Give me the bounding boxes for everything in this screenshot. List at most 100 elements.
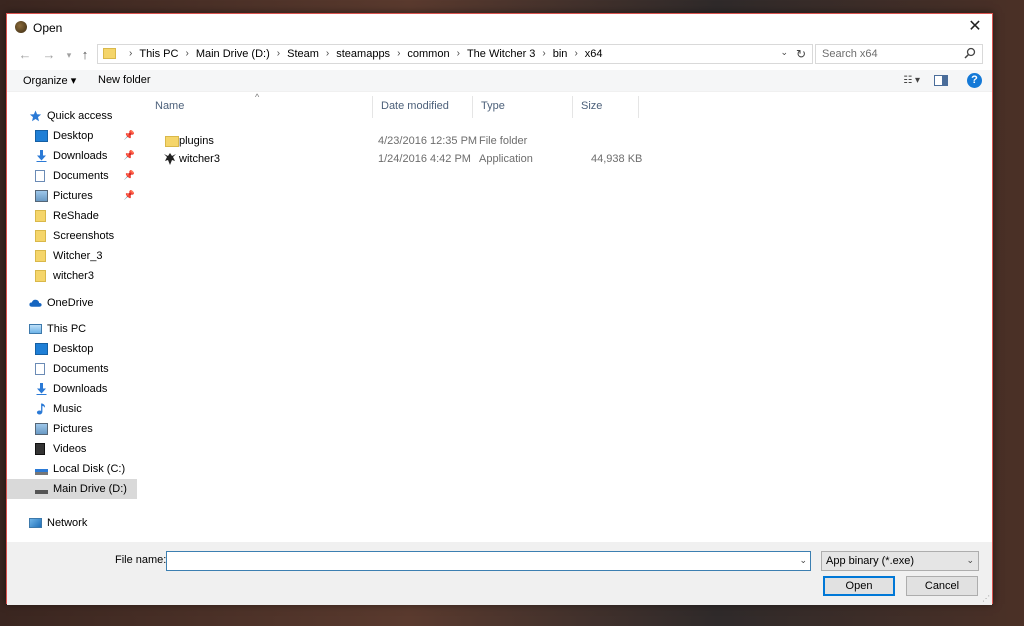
sidebar-item-label: Music <box>53 403 82 415</box>
refresh-icon[interactable]: ↻ <box>793 46 809 62</box>
chevron-down-icon[interactable]: ⌄ <box>966 555 974 566</box>
file-name-combobox[interactable]: ⌄ <box>166 551 811 571</box>
pin-icon[interactable]: 📌 <box>124 130 135 141</box>
file-date: 4/23/2016 12:35 PM <box>378 135 478 147</box>
open-file-dialog: Open ✕ ← → ▾ ↑ › This PC › Main Drive (D… <box>6 13 993 605</box>
drive-d-icon <box>35 490 48 494</box>
file-name: witcher3 <box>179 153 220 165</box>
help-icon[interactable]: ? <box>967 73 982 88</box>
sidebar-item-pc-downloads[interactable]: Downloads <box>7 379 137 399</box>
file-name: plugins <box>179 135 214 147</box>
documents-icon <box>35 170 45 182</box>
folder-icon <box>35 250 46 262</box>
sidebar-item-label: Downloads <box>53 383 108 395</box>
search-icon[interactable] <box>964 47 976 59</box>
breadcrumb-the-witcher-3[interactable]: The Witcher 3 <box>467 48 535 60</box>
search-box[interactable] <box>815 44 983 64</box>
sidebar-item-witcher3-folder[interactable]: witcher3 <box>7 266 137 286</box>
sidebar-item-label: witcher3 <box>53 270 94 282</box>
sidebar-item-label: Desktop <box>53 343 94 355</box>
sidebar-item-label: Pictures <box>53 423 93 435</box>
pin-icon[interactable]: 📌 <box>124 190 135 201</box>
breadcrumb-common[interactable]: common <box>407 48 449 60</box>
star-icon <box>29 110 42 122</box>
resize-grip-icon[interactable]: ⋰ <box>982 594 990 603</box>
table-row[interactable]: witcher3 1/24/2016 4:42 PM Application 4… <box>155 151 642 169</box>
breadcrumb-separator[interactable]: › <box>326 48 329 60</box>
search-input[interactable] <box>816 45 956 63</box>
sidebar-item-pc-music[interactable]: Music <box>7 399 137 419</box>
breadcrumb-this-pc[interactable]: This PC <box>139 48 178 60</box>
breadcrumb-main-drive[interactable]: Main Drive (D:) <box>196 48 270 60</box>
sidebar-item-pc-videos[interactable]: Videos <box>7 439 137 459</box>
file-type: Application <box>479 153 533 165</box>
breadcrumb-separator: › <box>129 48 133 59</box>
drive-c-icon <box>35 468 48 475</box>
up-arrow-icon[interactable]: ↑ <box>77 47 93 63</box>
new-folder-button[interactable]: New folder <box>98 74 151 86</box>
videos-icon <box>35 443 45 455</box>
sidebar-item-pc-documents[interactable]: Documents <box>7 359 137 379</box>
chevron-down-icon[interactable]: ⌄ <box>799 555 807 566</box>
sidebar-item-label: Documents <box>53 363 109 375</box>
preview-pane-icon[interactable] <box>934 75 948 86</box>
sidebar-item-pc-desktop[interactable]: Desktop <box>7 339 137 359</box>
sidebar-item-onedrive[interactable]: OneDrive <box>7 293 137 313</box>
file-name-input[interactable] <box>167 552 787 570</box>
breadcrumb-steam[interactable]: Steam <box>287 48 319 60</box>
sidebar-item-network[interactable]: Network <box>7 513 137 533</box>
open-button[interactable]: Open <box>823 576 895 596</box>
sidebar-item-downloads[interactable]: Downloads 📌 <box>7 146 137 166</box>
change-view-icon[interactable]: ☷ ▾ <box>903 75 920 86</box>
sidebar-item-label: Desktop <box>53 130 94 142</box>
folder-icon <box>103 48 116 59</box>
sidebar-item-local-disk-c[interactable]: Local Disk (C:) <box>7 459 137 479</box>
documents-icon <box>35 363 45 375</box>
sidebar-item-label: This PC <box>47 323 87 335</box>
address-bar[interactable]: › This PC › Main Drive (D:) › Steam › st… <box>97 44 813 64</box>
organize-menu[interactable]: Organize ▾ <box>23 74 76 87</box>
recent-locations-icon[interactable]: ▾ <box>61 47 77 63</box>
breadcrumb-separator[interactable]: › <box>574 48 577 60</box>
sidebar-item-label: Pictures <box>53 190 93 202</box>
breadcrumb-steamapps[interactable]: steamapps <box>336 48 390 60</box>
address-dropdown-icon[interactable]: ⌄ <box>780 47 788 58</box>
column-header-date[interactable]: Date modified <box>373 96 473 118</box>
pin-icon[interactable]: 📌 <box>124 150 135 161</box>
column-header-type[interactable]: Type <box>473 96 573 118</box>
sidebar-item-pictures[interactable]: Pictures 📌 <box>7 186 137 206</box>
sidebar-item-reshade[interactable]: ReShade <box>7 206 137 226</box>
breadcrumb-separator[interactable]: › <box>397 48 400 60</box>
column-header-name[interactable]: Name <box>147 96 373 118</box>
sidebar-item-label: Screenshots <box>53 230 115 242</box>
file-date: 1/24/2016 4:42 PM <box>378 153 471 165</box>
sidebar-item-main-drive-d[interactable]: Main Drive (D:) <box>7 479 137 499</box>
column-header-size[interactable]: Size <box>573 96 639 118</box>
table-row[interactable]: plugins 4/23/2016 12:35 PM File folder <box>155 133 635 151</box>
sidebar-item-label: Main Drive (D:) <box>53 483 127 495</box>
breadcrumb-separator[interactable]: › <box>185 48 188 60</box>
close-icon[interactable]: ✕ <box>964 16 986 38</box>
title-bar: Open ✕ <box>7 14 992 40</box>
back-arrow-icon[interactable]: ← <box>17 47 33 63</box>
sidebar-item-documents[interactable]: Documents 📌 <box>7 166 137 186</box>
sidebar-item-desktop[interactable]: Desktop 📌 <box>7 126 137 146</box>
breadcrumb-separator[interactable]: › <box>277 48 280 60</box>
pin-icon[interactable]: 📌 <box>124 170 135 181</box>
sidebar-item-label: Quick access <box>47 110 113 122</box>
sidebar-item-pc-pictures[interactable]: Pictures <box>7 419 137 439</box>
sidebar-item-quick-access[interactable]: Quick access <box>7 106 137 126</box>
breadcrumb-bin[interactable]: bin <box>553 48 568 60</box>
file-type-filter[interactable]: App binary (*.exe) ⌄ <box>821 551 979 571</box>
breadcrumb-x64[interactable]: x64 <box>585 48 603 60</box>
sidebar-item-witcher-3-folder[interactable]: Witcher_3 <box>7 246 137 266</box>
sidebar-item-screenshots[interactable]: Screenshots <box>7 226 137 246</box>
app-icon <box>15 21 27 33</box>
forward-arrow-icon[interactable]: → <box>41 47 57 63</box>
downloads-icon <box>36 383 47 395</box>
breadcrumb-separator[interactable]: › <box>542 48 545 60</box>
sidebar-item-this-pc[interactable]: This PC <box>7 319 137 339</box>
breadcrumb-separator[interactable]: › <box>457 48 460 60</box>
folder-icon <box>35 230 46 242</box>
cancel-button[interactable]: Cancel <box>906 576 978 596</box>
